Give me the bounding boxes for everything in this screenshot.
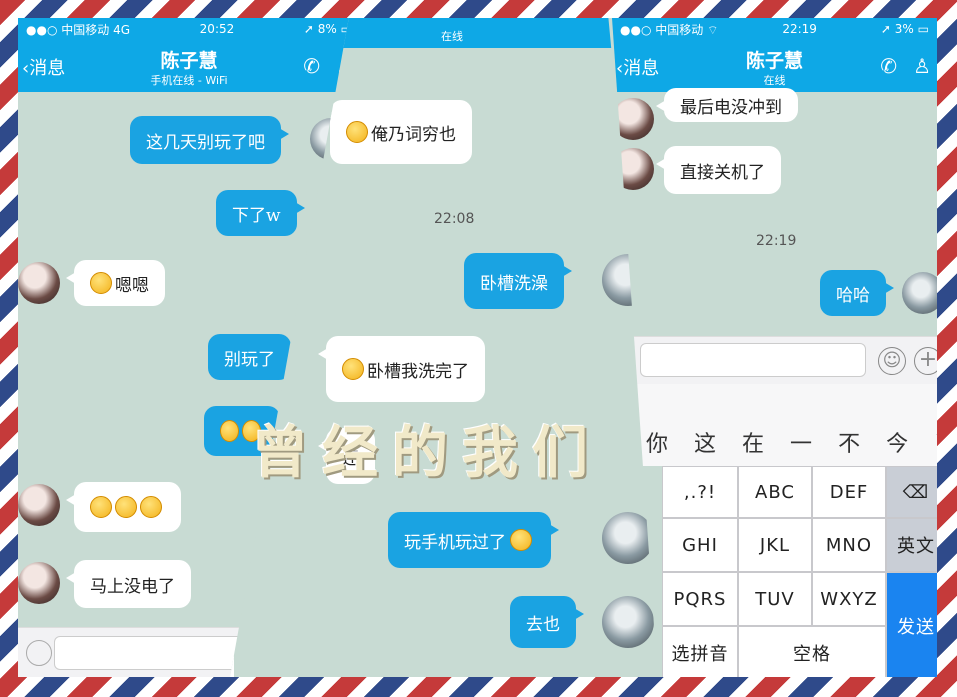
thinking-emoji-icon bbox=[90, 496, 112, 518]
chat-nav-bar: ‹消息 陈子慧 在线 ✆ ♙ bbox=[612, 40, 937, 92]
status-battery: ➚ 3% ▭ bbox=[880, 22, 929, 36]
fearful-emoji-icon bbox=[510, 529, 532, 551]
message-bubble: 最后电没冲到 bbox=[656, 88, 798, 122]
status-battery: ➚ 8% ▭ bbox=[303, 22, 352, 36]
status-carrier: ●●○ 中国移动 ⌔ bbox=[620, 22, 719, 37]
avatar[interactable] bbox=[18, 562, 60, 604]
candidate-word[interactable]: 你 bbox=[646, 426, 668, 458]
profile-icon[interactable]: ♙ bbox=[913, 54, 931, 78]
chat-nav-bar: ‹消息 陈子慧 手机在线 - WiFi ✆♙ bbox=[18, 40, 360, 92]
space-key[interactable]: 空格 bbox=[738, 626, 886, 677]
message-bubble: 别玩了 bbox=[208, 334, 299, 380]
avatar[interactable] bbox=[602, 596, 654, 648]
backspace-icon: ⌫ bbox=[902, 481, 930, 503]
message-timestamp: 22:19 bbox=[756, 233, 797, 249]
status-carrier: ●●○ 中国移动 4G bbox=[26, 22, 131, 37]
candidate-word[interactable]: 今 bbox=[886, 426, 908, 458]
key-punctuation[interactable]: ,.?! bbox=[662, 466, 738, 518]
status-bar: ●●○ 中国移动 ⌔ 22:19 ➚ 3% ▭ bbox=[612, 18, 937, 40]
candidate-bar: 你 这 在 一 不 今 ^ bbox=[612, 384, 937, 466]
status-bar: ●●○ 中国移动 4G 20:52 ➚ 8% ▭ bbox=[18, 18, 360, 40]
status-time: 22:19 bbox=[782, 22, 817, 36]
message-bubble: 哈哈 bbox=[820, 270, 894, 316]
message-bubble: 卧槽洗澡 bbox=[464, 253, 572, 309]
message-bubble-emoji bbox=[66, 482, 181, 532]
key-tuv[interactable]: TUV bbox=[738, 572, 812, 626]
message-bubble: 玩手机玩过了 bbox=[388, 512, 559, 568]
avatar[interactable] bbox=[602, 512, 654, 564]
emoji-icon[interactable]: ☺ bbox=[878, 347, 906, 375]
scream-emoji-icon bbox=[90, 272, 112, 294]
thinking-emoji-icon bbox=[140, 496, 162, 518]
thinking-emoji-icon bbox=[346, 121, 368, 143]
watermark-text: 曾经的我们 bbox=[252, 420, 602, 486]
backspace-key[interactable]: ⌫ bbox=[886, 466, 937, 518]
key-ghi[interactable]: GHI bbox=[662, 518, 738, 572]
send-key[interactable]: 发送 bbox=[886, 572, 937, 677]
phone-icon[interactable]: ✆ bbox=[303, 54, 320, 78]
message-bubble: 嗯嗯 bbox=[66, 260, 165, 306]
expand-candidates-icon[interactable]: ^ bbox=[934, 426, 937, 458]
chat-screenshot-right: ●●○ 中国移动 ⌔ 22:19 ➚ 3% ▭ ‹消息 陈子慧 在线 ✆ ♙ 最后… bbox=[612, 18, 937, 677]
message-bubble: 马上没电了 bbox=[66, 560, 191, 608]
thinking-emoji-icon bbox=[115, 496, 137, 518]
key-pqrs[interactable]: PQRS bbox=[662, 572, 738, 626]
keyboard: ,.?! ABC DEF ⌫ GHI JKL MNO 英文 PQRS TUV W… bbox=[662, 466, 937, 677]
thinking-emoji-icon bbox=[220, 420, 239, 442]
avatar[interactable] bbox=[18, 484, 60, 526]
microphone-icon[interactable] bbox=[26, 640, 52, 666]
language-key[interactable]: 英文 bbox=[886, 518, 937, 572]
message-bubble: 卧槽我洗完了 bbox=[318, 336, 485, 402]
candidate-word[interactable]: 这 bbox=[694, 426, 716, 458]
message-bubble: 这几天别玩了吧 bbox=[130, 116, 289, 164]
key-jkl[interactable]: JKL bbox=[738, 518, 812, 572]
message-timestamp: 22:08 bbox=[434, 211, 475, 227]
thinking-emoji-icon bbox=[342, 358, 364, 380]
candidate-word[interactable]: 在 bbox=[742, 426, 764, 458]
phone-icon[interactable]: ✆ bbox=[880, 54, 897, 78]
message-bubble: 俺乃词穷也 bbox=[322, 100, 472, 164]
message-bubble: 下了w bbox=[216, 190, 305, 236]
avatar[interactable] bbox=[902, 272, 937, 314]
message-bubble: 直接关机了 bbox=[656, 146, 781, 194]
key-wxyz[interactable]: WXYZ bbox=[812, 572, 886, 626]
candidate-word[interactable]: 一 bbox=[790, 426, 812, 458]
key-mno[interactable]: MNO bbox=[812, 518, 886, 572]
avatar[interactable] bbox=[18, 262, 60, 304]
message-input[interactable] bbox=[640, 343, 866, 377]
candidate-word[interactable]: 不 bbox=[838, 426, 860, 458]
input-bar: ☺ + bbox=[612, 336, 937, 384]
key-def[interactable]: DEF bbox=[812, 466, 886, 518]
key-abc[interactable]: ABC bbox=[738, 466, 812, 518]
status-time: 20:52 bbox=[199, 22, 235, 36]
pinyin-select-key[interactable]: 选拼音 bbox=[662, 626, 738, 677]
plus-icon[interactable]: + bbox=[914, 347, 937, 375]
message-bubble: 去也 bbox=[510, 596, 584, 648]
